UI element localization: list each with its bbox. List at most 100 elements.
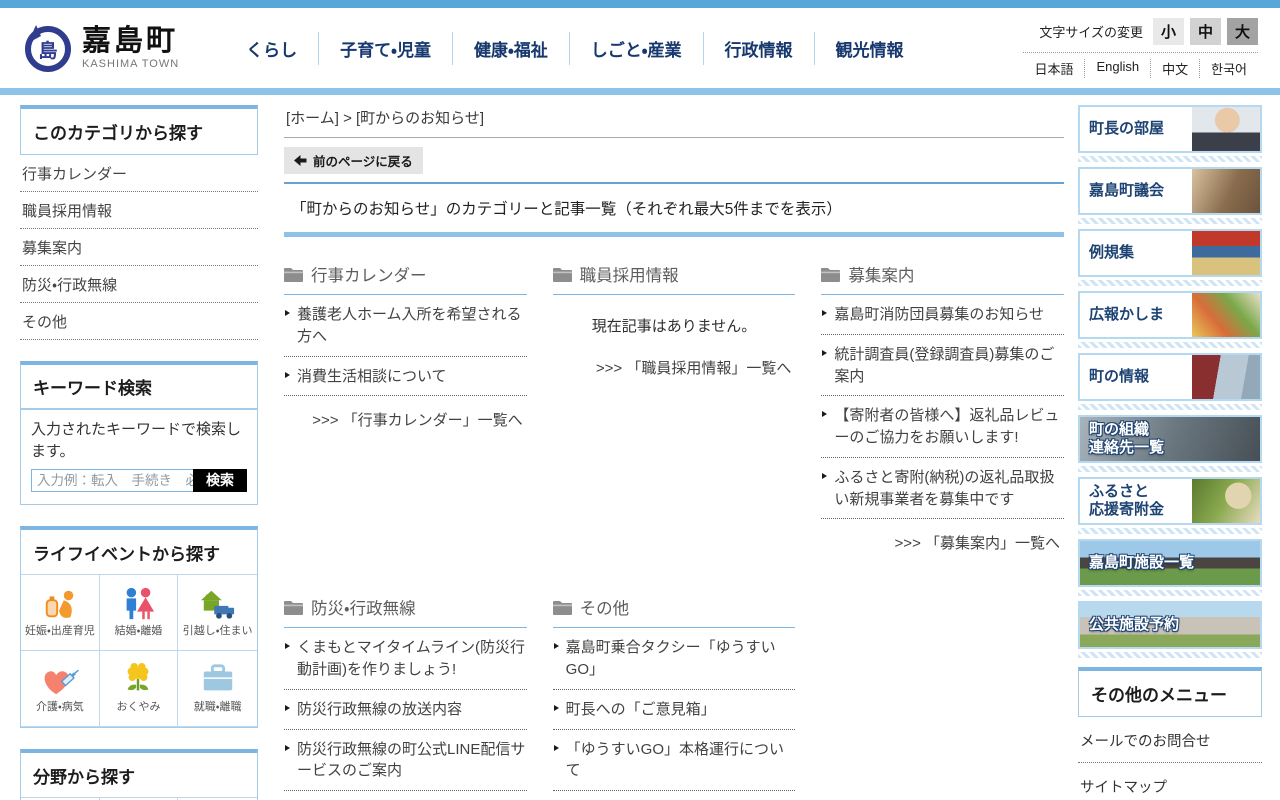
sidebar-item-gyoji-calendar[interactable]: 行事カレンダー (20, 155, 258, 192)
sidebar-item-boshu[interactable]: 募集案内 (20, 229, 258, 266)
category-sonota: その他 嘉島町乗合タクシー「ゆうすいGO」 町長への「ご意見箱」 「ゆうすいGO… (552, 595, 796, 800)
empty-message: 現在記事はありません。 (591, 318, 757, 335)
category-grid: 行事カレンダー 養護老人ホーム入所を希望される方へ 消費生活相談について >>>… (284, 262, 1064, 800)
town-photo (1192, 355, 1260, 399)
article-link[interactable]: 防災行政無線の放送内容 (284, 690, 527, 730)
breadcrumb: [ホーム] > [町からのお知らせ] (284, 105, 1064, 138)
keyword-search-title: キーワード検索 (21, 365, 257, 410)
font-size-label: 文字サイズの変更 (1039, 25, 1143, 40)
breadcrumb-current[interactable]: [町からのお知らせ] (356, 110, 484, 127)
article-link[interactable]: ふるさと寄附(納税)の返礼品取扱い新規事業者を募集中です (821, 458, 1064, 520)
banner-town-council[interactable]: 嘉島町議会 (1078, 167, 1262, 215)
banner-org-contacts[interactable]: 町の組織 連絡先一覧 (1078, 415, 1262, 463)
nav-shigoto[interactable]: しごと・産業 (568, 31, 703, 65)
briefcase-icon (203, 663, 232, 691)
life-event-employment[interactable]: 就職・離職 (178, 651, 257, 727)
magazine-photo (1192, 293, 1260, 337)
town-emblem-icon: 島 (25, 25, 71, 72)
sidebar-item-bosai[interactable]: 防災・行政無線 (20, 266, 258, 303)
fields-title: 分野から探す (33, 767, 135, 787)
arrow-bullet-icon (822, 310, 828, 316)
mayor-photo (1192, 107, 1260, 151)
folder-icon (284, 600, 303, 615)
lang-chinese[interactable]: 中文 (1150, 59, 1199, 78)
sidebar-item-saiyo[interactable]: 職員採用情報 (20, 192, 258, 229)
menu-item-mail-contact[interactable]: メールでのお問合せ (1078, 717, 1262, 763)
category-box-title: このカテゴリから探す (20, 105, 258, 155)
article-link[interactable]: 「ゆうすいGO」本格運行について (552, 730, 796, 791)
books-photo (1192, 231, 1260, 275)
folder-icon (552, 267, 572, 282)
arrow-bullet-icon (285, 704, 290, 711)
arrow-bullet-icon (553, 704, 559, 711)
life-events-box: ライフイベントから探す 妊娠・出産育児 結婚・離婚 引越し・住まい 介護・病気 … (20, 525, 258, 728)
arrow-bullet-icon (285, 744, 290, 751)
lang-english[interactable]: English (1084, 59, 1150, 78)
banner-furusato-donation[interactable]: ふるさと 応援寄附金 (1078, 477, 1262, 525)
arrow-bullet-icon (553, 643, 559, 650)
banner-regulations[interactable]: 例規集 (1078, 229, 1262, 277)
category-saiyo: 職員採用情報 現在記事はありません。 >>> 「職員採用情報」一覧へ (552, 262, 796, 378)
category-title: その他 (579, 600, 630, 619)
category-more-link[interactable]: >>> 「行事カレンダー」一覧へ (284, 396, 527, 430)
arrow-bullet-icon (285, 371, 290, 378)
font-size-small-button[interactable]: 小 (1153, 18, 1184, 45)
life-event-condolence[interactable]: おくやみ (99, 650, 179, 727)
arrow-bullet-icon (553, 744, 559, 751)
article-link[interactable]: くまもとマイタイムライン(防災行動計画)を作りましょう! (284, 628, 527, 690)
font-size-large-button[interactable]: 大 (1227, 18, 1258, 45)
nav-kanko[interactable]: 観光情報 (813, 31, 925, 65)
council-photo (1192, 169, 1260, 213)
house-truck-icon (200, 590, 234, 619)
arrow-bullet-icon (285, 643, 290, 650)
other-menu-list: メールでのお問合せ サイトマップ (1078, 717, 1262, 800)
category-title: 職員採用情報 (579, 267, 679, 285)
site-subtitle: KASHIMA TOWN (82, 58, 180, 71)
top-accent-bar (0, 0, 1280, 8)
back-button[interactable]: 前のページに戻る (284, 147, 423, 174)
nav-kenko[interactable]: 健康・福祉 (451, 31, 569, 65)
banner-mayors-room[interactable]: 町長の部屋 (1078, 105, 1262, 153)
nav-kosodate[interactable]: 子育て・児童 (318, 31, 452, 65)
category-link-list: 行事カレンダー 職員採用情報 募集案内 防災・行政無線 その他 (20, 155, 258, 340)
life-event-marriage[interactable]: 結婚・離婚 (99, 574, 179, 651)
site-title: 嘉島町 (82, 24, 179, 57)
font-size-medium-button[interactable]: 中 (1190, 18, 1221, 45)
arrow-bullet-icon (285, 310, 290, 316)
search-button[interactable]: 検索 (193, 468, 247, 492)
banner-koho-kashima[interactable]: 広報かしま (1078, 291, 1262, 339)
article-link[interactable]: 養護老人ホーム入所を希望される方へ (284, 295, 527, 357)
category-boshu: 募集案内 嘉島町消防団員募集のお知らせ 統計調査員(登録調査員)募集のご案内 【… (821, 262, 1064, 553)
article-link[interactable]: 消防団協力事業所表示制度に (553, 791, 796, 800)
lang-korean[interactable]: 한국어 (1199, 59, 1258, 78)
article-link[interactable]: 嘉島町乗合タクシー「ゆうすいGO」 (552, 628, 796, 690)
category-title: 行事カレンダー (311, 267, 427, 285)
category-more-link[interactable]: >>> 「募集案内」一覧へ (821, 519, 1064, 553)
article-link[interactable]: 防災行政無線の町公式LINE配信サービスのご案内 (284, 730, 527, 791)
article-link[interactable]: 【寄附者の皆様へ】返礼品レビューのご協力をお願いします! (821, 396, 1064, 458)
site-logo[interactable]: 島 嘉島町 KASHIMA TOWN (22, 23, 179, 73)
life-event-moving[interactable]: 引越し・住まい (178, 575, 257, 651)
category-more-link[interactable]: >>> 「職員採用情報」一覧へ (553, 344, 796, 378)
banner-facilities-list[interactable]: 嘉島町施設一覧 (1078, 539, 1262, 587)
site-header: 島 嘉島町 KASHIMA TOWN くらし 子育て・児童 健康・福祉 しごと・… (0, 8, 1280, 88)
nav-gyosei[interactable]: 行政情報 (702, 31, 814, 65)
global-nav: くらし 子育て・児童 健康・福祉 しごと・産業 行政情報 観光情報 (225, 31, 925, 65)
lang-japanese[interactable]: 日本語 (1023, 59, 1084, 78)
article-link[interactable]: 町長への「ご意見箱」 (552, 690, 796, 730)
menu-item-sitemap[interactable]: サイトマップ (1078, 763, 1262, 800)
breadcrumb-home[interactable]: [ホーム] (286, 110, 339, 127)
sidebar-item-sonota[interactable]: その他 (20, 303, 258, 340)
life-event-pregnancy[interactable]: 妊娠・出産育児 (21, 574, 100, 651)
article-link[interactable]: 消費生活相談について (284, 357, 527, 397)
nav-kurashi[interactable]: くらし (225, 32, 318, 65)
keyword-search-input[interactable] (31, 468, 207, 492)
keyword-search-description: 入力されたキーワードで検索します。 (31, 421, 242, 460)
banner-facility-reservation[interactable]: 公共施設予約 (1078, 601, 1262, 649)
article-link[interactable]: 嘉島町消防団員募集のお知らせ (821, 295, 1064, 335)
life-event-care-sickness[interactable]: 介護・病気 (21, 650, 100, 727)
banner-town-info[interactable]: 町の情報 (1078, 353, 1262, 401)
article-link[interactable]: 統計調査員(登録調査員)募集のご案内 (821, 335, 1064, 397)
header-utilities: 文字サイズの変更 小 中 大 日本語 English 中文 한국어 (1023, 18, 1258, 78)
folder-icon (821, 267, 841, 282)
